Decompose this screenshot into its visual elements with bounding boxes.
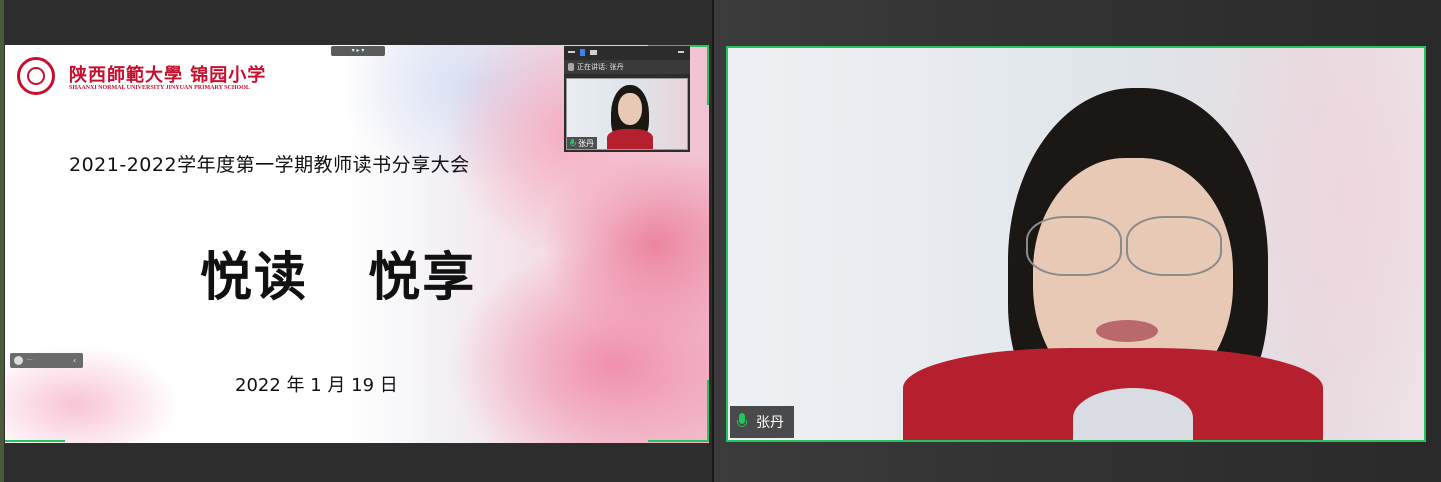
left-edge-strip [0,0,4,482]
glasses-right-lens [1126,216,1222,276]
main-speaker-video[interactable]: 张丹 [726,46,1426,442]
collapse-icon[interactable] [678,51,684,53]
speaking-label: 正在讲话: 张丹 [577,63,624,71]
minimize-icon[interactable] [568,51,575,53]
frame-edge-right-bottom [707,380,709,442]
glasses-left-lens [1026,216,1122,276]
chat-icon [14,356,23,365]
floating-panel-controls [564,46,690,58]
speaker-mic-icon [568,63,574,71]
school-name-cn: 陕西師範大學 锦园小学 [69,65,267,86]
university-seal-icon [17,57,55,95]
main-participant-name: 张丹 [756,415,784,431]
mini-name-tag: 张丹 [567,137,597,149]
slide-title: 悦读 悦享 [200,247,477,308]
chat-chip[interactable]: ··· ‹ [10,353,83,368]
floating-video-panel[interactable]: 正在讲话: 张丹 张丹 [564,46,690,152]
speaker-undershirt [1073,388,1193,440]
mini-participant-name: 张丹 [578,138,594,148]
participant-shirt [607,129,653,149]
view-toggle-icon[interactable] [580,48,585,56]
main-name-tag: 张丹 [730,406,794,438]
mini-participant-video[interactable]: 张丹 [566,78,688,150]
slide-date: 2022 年 1 月 19 日 [235,375,398,396]
screen-share-toolbar[interactable]: ▾ ▸ ▾ [331,46,385,56]
chat-chip-text: ··· [27,357,33,364]
menu-icon[interactable] [590,49,597,55]
frame-corner-bottom-left [5,440,65,442]
speaker-mouth [1096,320,1158,342]
microphone-icon [570,139,576,147]
chevron-left-icon[interactable]: ‹ [73,356,83,365]
microphone-icon [736,413,748,431]
speaking-indicator: 正在讲话: 张丹 [564,60,690,74]
frame-edge-right-top [707,45,709,105]
school-name-en: SHAANXI NORMAL UNIVERSITY JINYUAN PRIMAR… [69,85,250,91]
frame-corner-bottom-right [648,440,708,442]
slide-subtitle: 2021-2022学年度第一学期教师读书分享大会 [69,154,470,176]
participant-face [618,93,642,125]
